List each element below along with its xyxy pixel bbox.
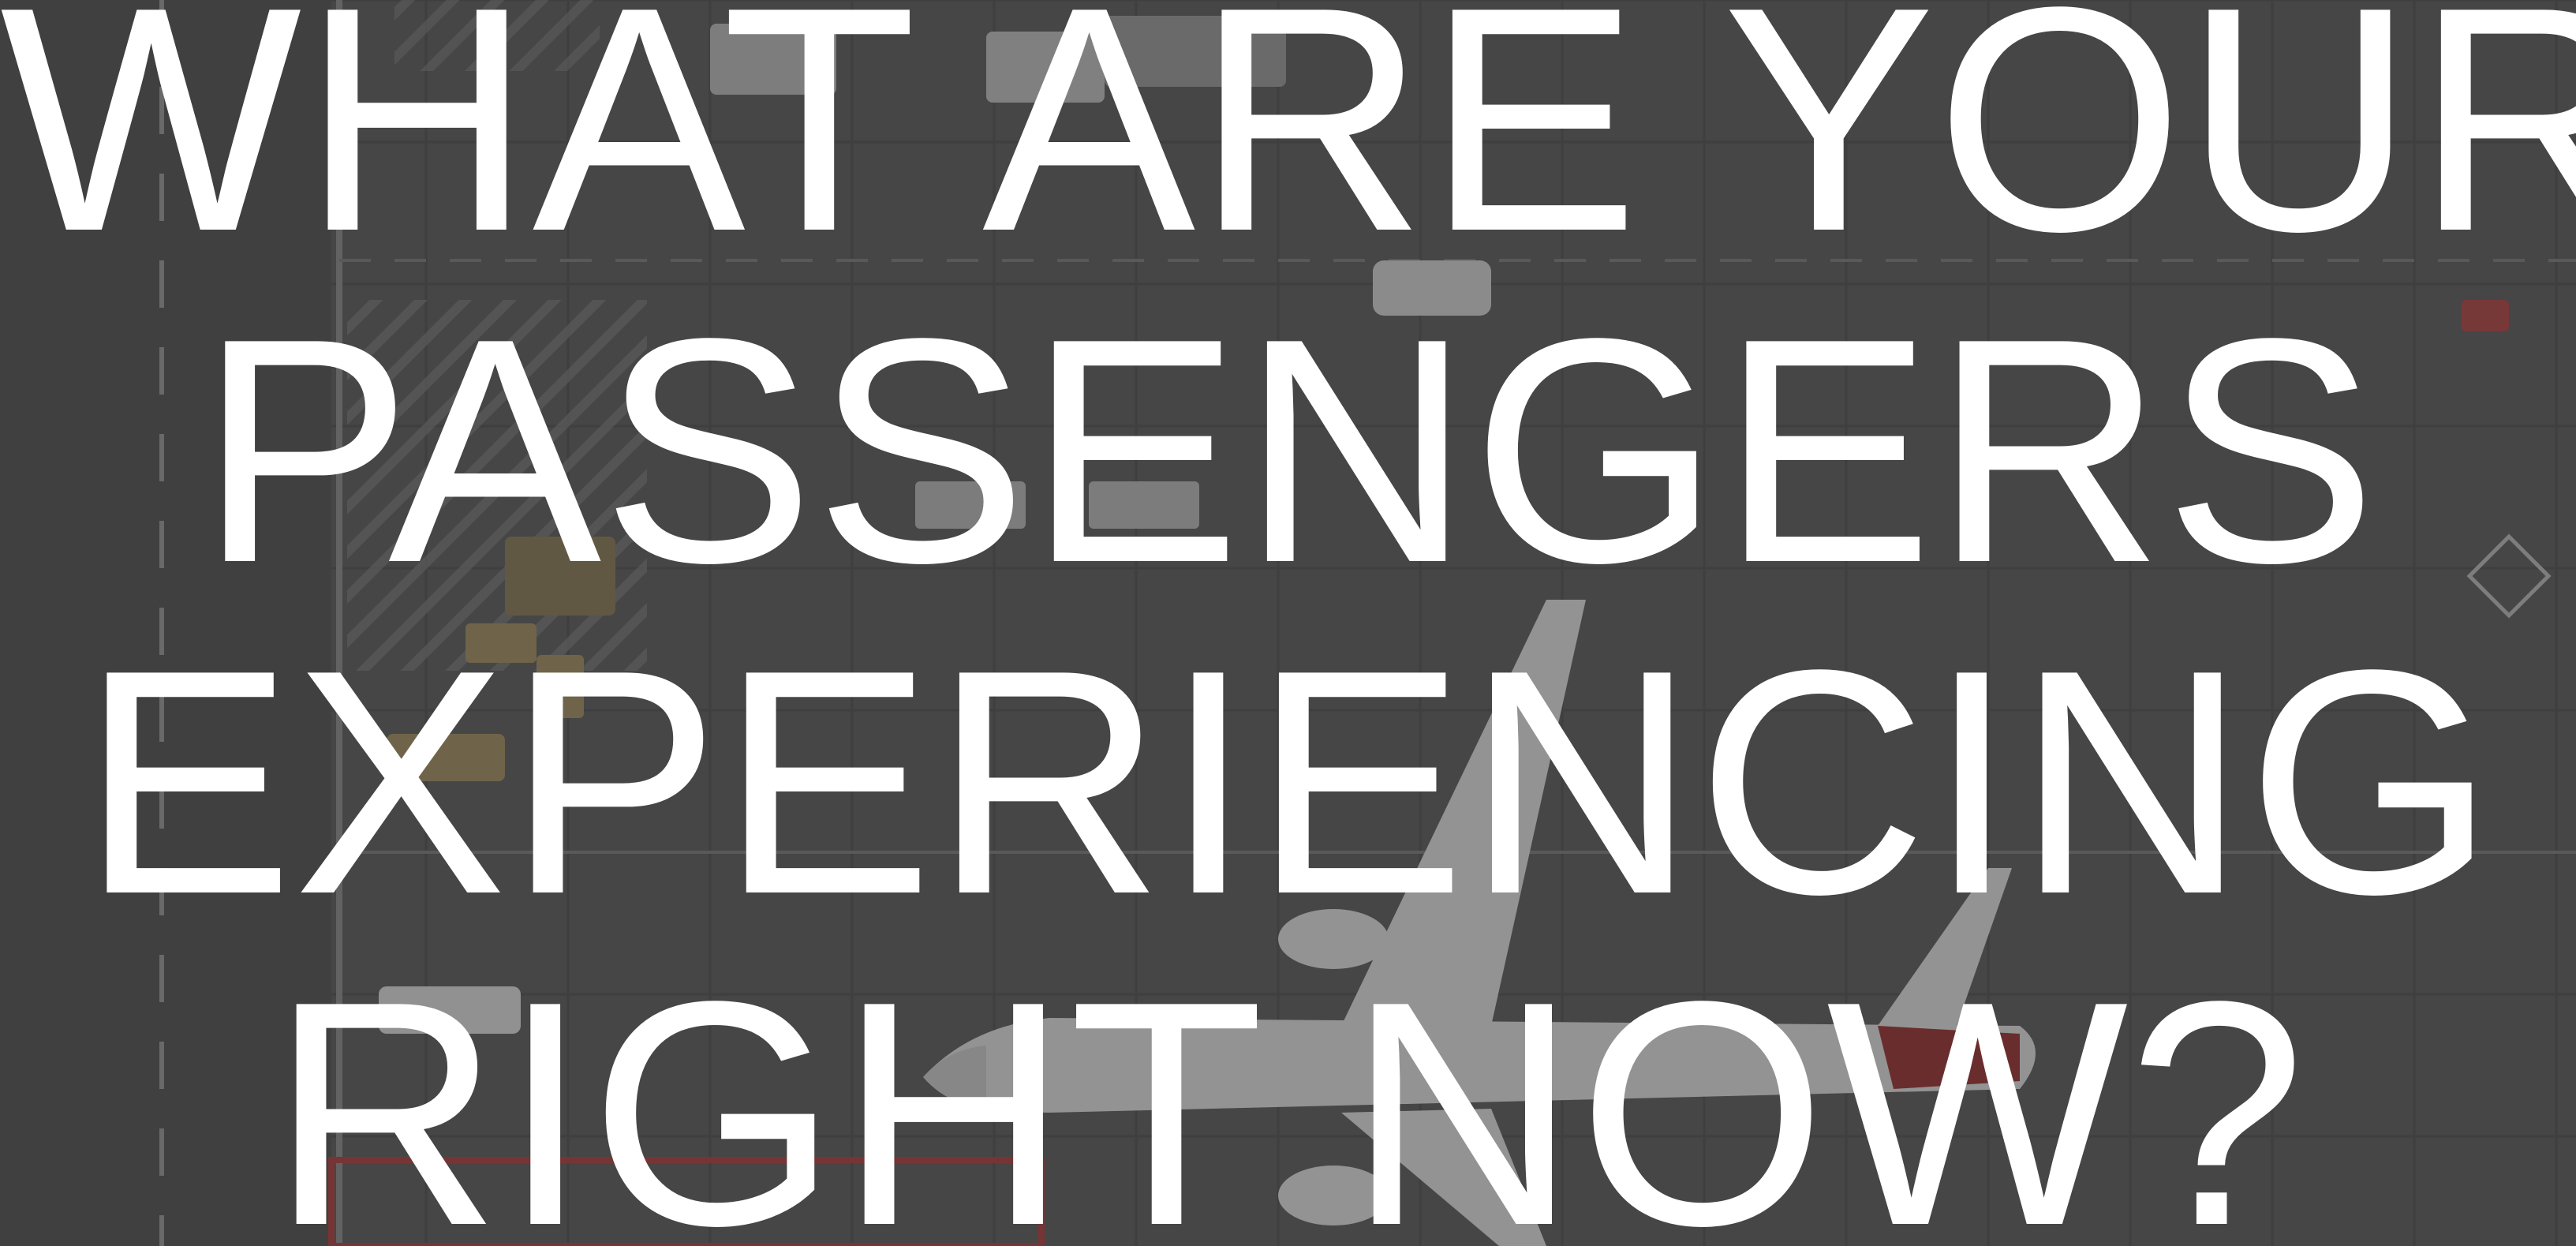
headline-line-2: PASSENGERS	[199, 271, 2377, 629]
headline-line-4: RIGHT NOW?	[270, 934, 2306, 1246]
headline-line-1: WHAT ARE YOUR	[0, 0, 2576, 297]
hero-banner: WHAT ARE YOUR PASSENGERS EXPERIENCING RI…	[0, 0, 2576, 1246]
headline-line-3: EXPERIENCING	[80, 603, 2496, 960]
